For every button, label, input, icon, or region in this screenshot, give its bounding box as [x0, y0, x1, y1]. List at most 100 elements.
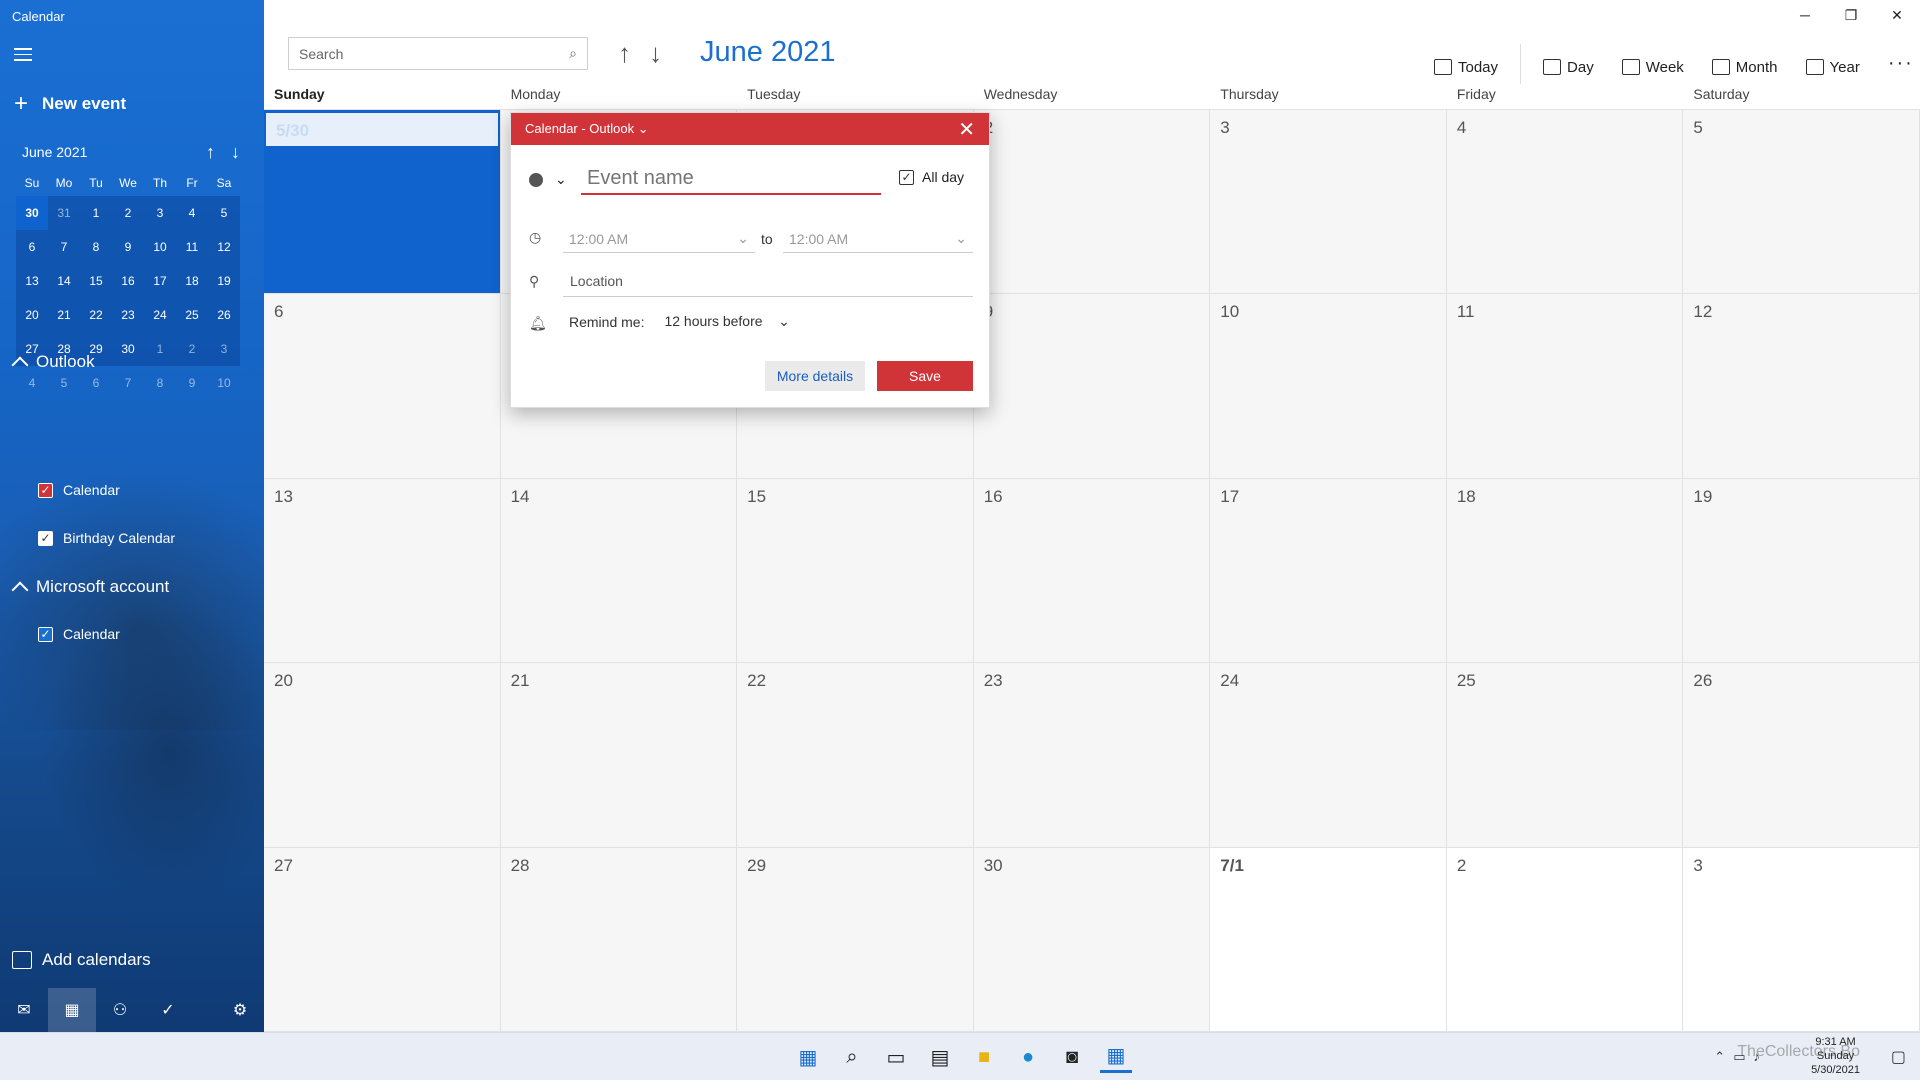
mini-calendar-day[interactable]: 20	[16, 298, 48, 332]
mini-calendar-day[interactable]: 17	[144, 264, 176, 298]
mini-calendar-day[interactable]: 3	[144, 196, 176, 230]
mini-calendar-day[interactable]: 9	[112, 230, 144, 264]
year-view-button[interactable]: Year	[1805, 59, 1860, 76]
mini-calendar-day[interactable]: 8	[80, 230, 112, 264]
month-view-button[interactable]: Month	[1711, 59, 1778, 76]
day-cell[interactable]: 6	[264, 294, 501, 479]
mini-calendar-day[interactable]: 15	[80, 264, 112, 298]
day-cell[interactable]: 20	[264, 663, 501, 848]
day-cell[interactable]: 17	[1210, 478, 1447, 664]
mini-next-arrow-icon[interactable]: ↓	[231, 142, 240, 163]
chevron-up-icon[interactable]: ⌃	[1714, 1049, 1725, 1065]
day-view-button[interactable]: Day	[1543, 59, 1594, 76]
mini-calendar-day[interactable]: 30	[112, 332, 144, 366]
todo-icon[interactable]: ✓	[144, 988, 192, 1032]
mini-calendar-day[interactable]: 10	[208, 366, 240, 400]
clock[interactable]: 9:31 AM Sunday 5/30/2021	[1811, 1035, 1860, 1077]
mini-calendar-day[interactable]: 13	[16, 264, 48, 298]
mini-calendar-day[interactable]: 25	[176, 298, 208, 332]
file-explorer-icon[interactable]: ■	[968, 1041, 1000, 1073]
day-cell[interactable]: 4	[1446, 110, 1684, 295]
group-microsoft-account[interactable]: Microsoft account	[11, 577, 169, 599]
day-cell[interactable]: 5/30	[264, 110, 501, 295]
day-cell[interactable]: 15	[737, 478, 974, 664]
mini-calendar-day[interactable]: 10	[144, 230, 176, 264]
people-icon[interactable]: ⚇	[96, 988, 144, 1032]
checkbox-icon[interactable]: ✓	[38, 626, 53, 642]
mini-calendar-day[interactable]: 11	[176, 230, 208, 264]
settings-gear-icon[interactable]: ⚙	[216, 988, 264, 1032]
day-cell[interactable]: 29	[737, 847, 974, 1032]
mini-calendar-day[interactable]: 1	[144, 332, 176, 366]
day-cell[interactable]: 3	[1210, 110, 1447, 295]
day-cell[interactable]: 14	[500, 478, 738, 664]
mini-prev-arrow-icon[interactable]: ↑	[206, 142, 215, 163]
mini-calendar-day[interactable]: 5	[208, 196, 240, 230]
reminder-select[interactable]: 12 hours before ⌄	[664, 313, 789, 330]
day-cell[interactable]: 2	[1446, 847, 1684, 1032]
volume-icon[interactable]: ♪	[1754, 1049, 1761, 1065]
week-view-button[interactable]: Week	[1621, 59, 1684, 76]
start-time-select[interactable]: 12:00 AM ⌄	[563, 225, 755, 253]
calendar-app-icon[interactable]: ▦	[1100, 1041, 1132, 1073]
mini-calendar-day[interactable]: 18	[176, 264, 208, 298]
day-cell[interactable]: 22	[737, 663, 974, 848]
day-cell[interactable]: 13	[264, 478, 501, 664]
mini-calendar-day[interactable]: 23	[112, 298, 144, 332]
mini-calendar-day[interactable]: 24	[144, 298, 176, 332]
day-cell[interactable]: 9	[973, 294, 1211, 479]
day-cell[interactable]: 16	[973, 478, 1211, 664]
mini-calendar-day[interactable]: 6	[16, 230, 48, 264]
color-selector[interactable]: ⌄	[529, 171, 567, 188]
day-cell[interactable]: 30	[973, 847, 1211, 1032]
mini-calendar-day[interactable]: 7	[48, 230, 80, 264]
day-cell[interactable]: 19	[1683, 478, 1920, 664]
mini-calendar-day[interactable]: 30	[16, 196, 48, 230]
network-icon[interactable]: ▭	[1733, 1049, 1745, 1065]
start-windows-icon[interactable]: ▦	[792, 1041, 824, 1073]
group-outlook[interactable]: Outlook	[11, 352, 95, 374]
mini-calendar-day[interactable]: 3	[208, 332, 240, 366]
mail-icon[interactable]: ✉	[0, 988, 48, 1032]
mini-calendar-day[interactable]: 9	[176, 366, 208, 400]
task-view-icon[interactable]: ▭	[880, 1041, 912, 1073]
edge-browser-icon[interactable]: ●	[1012, 1041, 1044, 1073]
mini-calendar-day[interactable]: 4	[176, 196, 208, 230]
day-cell[interactable]: 7/1	[1210, 847, 1447, 1032]
close-window-icon[interactable]: ✕	[1874, 0, 1920, 30]
mini-calendar-day[interactable]: 2	[176, 332, 208, 366]
mini-calendar-day[interactable]: 22	[80, 298, 112, 332]
checkbox-icon[interactable]: ✓	[38, 530, 53, 546]
notification-icon[interactable]: ▢	[1891, 1047, 1906, 1067]
day-cell[interactable]: 5	[1683, 110, 1920, 295]
day-cell[interactable]: 12	[1683, 294, 1920, 479]
day-cell[interactable]: 11	[1446, 294, 1684, 479]
previous-month-arrow-icon[interactable]: ↑	[618, 38, 631, 69]
search-input[interactable]: Search	[299, 46, 343, 62]
search-icon[interactable]: ⌕	[836, 1041, 868, 1073]
day-cell[interactable]: 2	[973, 110, 1211, 295]
mini-calendar-day[interactable]: 14	[48, 264, 80, 298]
add-calendars-button[interactable]: Add calendars	[12, 950, 151, 970]
search-box[interactable]: Search ⌕	[288, 37, 588, 70]
widgets-icon[interactable]: ▤	[924, 1041, 956, 1073]
mini-calendar-day[interactable]: 8	[144, 366, 176, 400]
day-cell[interactable]: 24	[1210, 663, 1447, 848]
calendar-item-birthday-calendar[interactable]: ✓ Birthday Calendar	[38, 530, 175, 546]
calendar-selector[interactable]: Calendar - Outlook ⌄	[525, 121, 649, 137]
mini-calendar-day[interactable]: 19	[208, 264, 240, 298]
mini-calendar-day[interactable]: 1	[80, 196, 112, 230]
day-cell[interactable]: 25	[1446, 663, 1684, 848]
mini-calendar-day[interactable]: 7	[112, 366, 144, 400]
day-cell[interactable]: 3	[1683, 847, 1920, 1032]
day-cell[interactable]: 23	[973, 663, 1211, 848]
all-day-checkbox[interactable]: ✓ All day	[899, 169, 964, 185]
today-button[interactable]: Today	[1434, 59, 1498, 76]
day-cell[interactable]: 10	[1210, 294, 1447, 479]
minimize-icon[interactable]: ─	[1782, 0, 1828, 30]
day-cell[interactable]: 28	[500, 847, 738, 1032]
checkbox-icon[interactable]: ✓	[38, 482, 53, 498]
save-button[interactable]: Save	[877, 361, 973, 391]
restore-icon[interactable]: ❐	[1828, 0, 1874, 30]
close-popup-icon[interactable]: ✕	[958, 117, 975, 142]
